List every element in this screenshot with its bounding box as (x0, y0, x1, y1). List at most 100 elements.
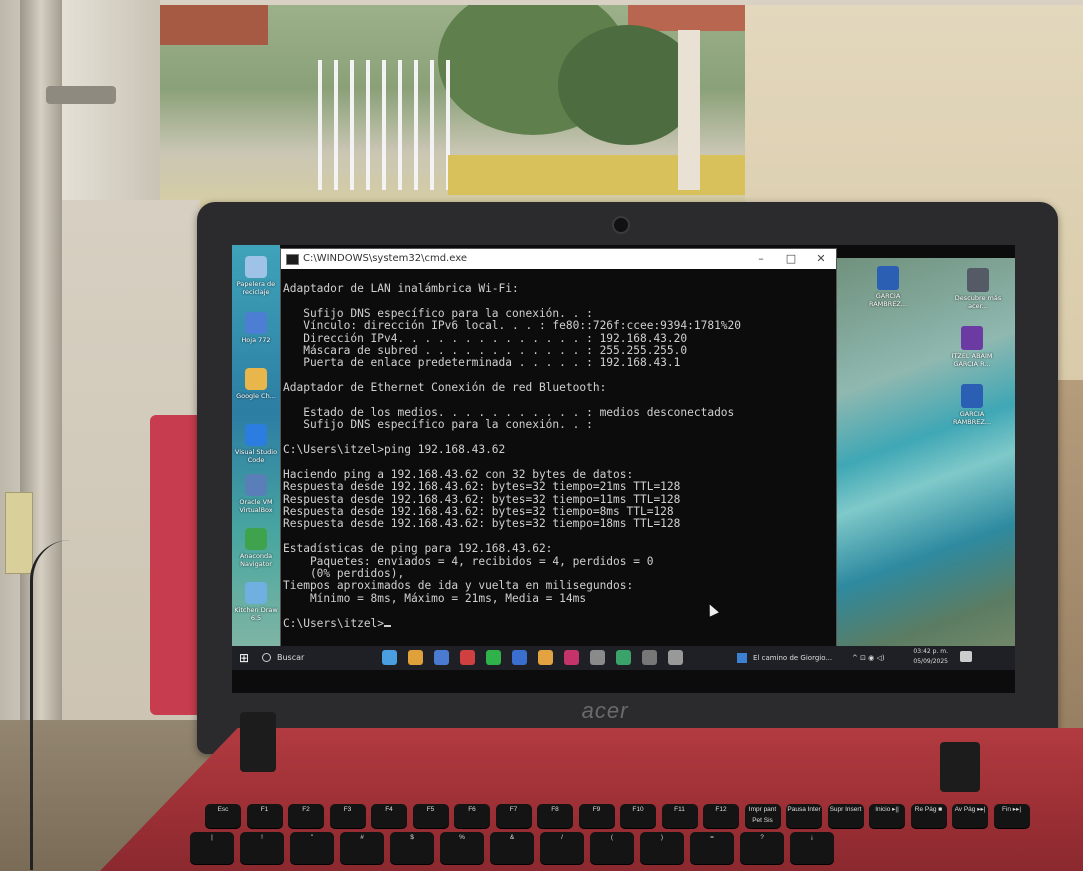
desktop-icon[interactable]: Papelera de reciclaje (233, 256, 279, 296)
key[interactable]: ) (640, 832, 684, 864)
desktop-icon-label: Visual Studio Code (234, 448, 278, 464)
key[interactable]: F3 (329, 804, 366, 828)
taskbar-app-icon[interactable] (538, 650, 553, 665)
key[interactable]: F9 (578, 804, 615, 828)
key[interactable]: ( (590, 832, 634, 864)
search-icon (262, 653, 271, 662)
desktop-icon[interactable]: ITZEL ABAIM GARCIA R... (942, 326, 1002, 368)
key[interactable]: Re Pág ■ (910, 804, 947, 828)
desktop-icon-label: ITZEL ABAIM GARCIA R... (951, 352, 993, 368)
key[interactable]: ! (240, 832, 284, 864)
door-handle (46, 86, 116, 104)
key[interactable]: / (540, 832, 584, 864)
app-icon (245, 528, 267, 550)
key[interactable]: Impr pant Pet Sis (744, 804, 781, 828)
taskbar-app-icon[interactable] (460, 650, 475, 665)
running-task-label: El camino de Giorgio... (753, 654, 833, 662)
cmd-line (283, 456, 836, 468)
taskbar-app-icon[interactable] (590, 650, 605, 665)
key[interactable]: F6 (454, 804, 490, 828)
key[interactable]: $ (390, 832, 434, 864)
desktop-icon[interactable]: Kitchen Draw 6.5 (233, 582, 279, 622)
key[interactable]: = (690, 832, 734, 864)
taskbar-app-icon[interactable] (616, 650, 631, 665)
cmd-line: Mínimo = 8ms, Máximo = 21ms, Media = 14m… (283, 591, 587, 605)
file-icon (961, 326, 983, 350)
maximize-button[interactable]: □ (776, 249, 806, 269)
desktop-icon[interactable]: Anaconda Navigator (233, 528, 279, 568)
desktop-icon-label: GARCIA RAMBREZ... (952, 410, 992, 426)
cmd-window-title: C:\WINDOWS\system32\cmd.exe (303, 253, 467, 264)
key[interactable]: F1 (246, 804, 283, 828)
cmd-line: Adaptador de LAN inalámbrica Wi-Fi: (283, 282, 519, 295)
start-button[interactable]: ⊞ (236, 650, 252, 666)
cmd-line: Puerta de enlace predeterminada . . . . … (283, 356, 681, 370)
key[interactable]: & (490, 832, 534, 864)
app-icon (245, 368, 267, 390)
cmd-line: Respuesta desde 192.168.43.62: bytes=32 … (283, 480, 681, 494)
cmd-line: Respuesta desde 192.168.43.62: bytes=32 … (283, 517, 681, 531)
desktop-icon-label: Descubre más acer... (954, 294, 1002, 310)
webcam-icon (612, 216, 630, 234)
cmd-output[interactable]: Adaptador de LAN inalámbrica Wi-Fi: Sufi… (281, 269, 836, 661)
desktop-icon-label: Papelera de reciclaje (236, 280, 276, 296)
key[interactable]: F2 (288, 804, 324, 828)
key[interactable]: Esc (205, 804, 241, 828)
key[interactable]: F4 (371, 804, 407, 828)
key[interactable]: % (440, 832, 484, 864)
key[interactable]: Fin ▸▸| (993, 804, 1030, 828)
cmd-line (283, 605, 836, 617)
taskbar-app-icon[interactable] (408, 650, 423, 665)
search-box[interactable]: Buscar (254, 648, 374, 668)
cmd-title-bar[interactable]: C:\WINDOWS\system32\cmd.exe – □ ✕ (281, 249, 836, 269)
cmd-line: Estadísticas de ping para 192.168.43.62: (283, 542, 553, 556)
clock[interactable]: 03:42 p. m. 05/09/2025 (912, 647, 948, 669)
keyboard: Esc F1 F2 F3 F4 F5 F6 F7 F8 F9 F10 F11 F12 Impr pant … (180, 800, 1060, 871)
taskbar-app-icon[interactable] (642, 650, 657, 665)
key[interactable]: | (190, 832, 234, 864)
notification-icon[interactable] (960, 651, 972, 662)
taskbar-app-icon[interactable] (564, 650, 579, 665)
power-cable (30, 540, 113, 870)
key[interactable]: ? (740, 832, 784, 864)
desktop-icon[interactable]: GARCIA RAMBREZ... (858, 266, 918, 308)
close-button[interactable]: ✕ (806, 249, 836, 269)
key[interactable]: F5 (412, 804, 449, 828)
desktop-icon-label: Hoja 772 (241, 336, 271, 344)
key[interactable]: " (290, 832, 334, 864)
clock-date: 05/09/2025 (913, 658, 948, 665)
key[interactable]: F7 (495, 804, 532, 828)
key[interactable]: F10 (620, 804, 656, 828)
desktop-icon[interactable]: Descubre más acer... (948, 268, 1008, 310)
taskbar: ⊞ Buscar El camino de Giorgio... ^ ⊡ ◉ ◁… (232, 646, 1015, 670)
key[interactable]: F8 (537, 804, 573, 828)
desktop-icon[interactable]: Visual Studio Code (233, 424, 279, 464)
desktop-icon[interactable]: GARCIA RAMBREZ... (942, 384, 1002, 426)
taskbar-app-icon[interactable] (486, 650, 501, 665)
taskbar-running-task[interactable]: El camino de Giorgio... (737, 649, 847, 667)
key[interactable]: ¡ (790, 832, 834, 864)
desktop-icon[interactable]: Oracle VM VirtualBox (233, 474, 279, 514)
taskbar-app-icon[interactable] (382, 650, 397, 665)
key[interactable]: F12 (703, 804, 739, 828)
key[interactable]: # (340, 832, 384, 864)
desktop-icon[interactable]: Google Ch... (233, 368, 279, 400)
tree (558, 25, 698, 145)
file-icon (961, 384, 983, 408)
cmd-line: Sufijo DNS específico para la conexión. … (283, 418, 593, 432)
column (678, 30, 700, 190)
app-icon (245, 424, 267, 446)
cmd-line: Tiempos aproximados de ida y vuelta en m… (283, 579, 634, 593)
desktop-icon[interactable]: Hoja 772 (233, 312, 279, 344)
key[interactable]: F11 (661, 804, 698, 828)
taskbar-app-icon[interactable] (434, 650, 449, 665)
minimize-button[interactable]: – (746, 249, 776, 269)
cmd-window[interactable]: C:\WINDOWS\system32\cmd.exe – □ ✕ Adapta… (280, 248, 837, 662)
key[interactable]: Supr Insert (827, 804, 864, 828)
taskbar-app-icon[interactable] (512, 650, 527, 665)
key[interactable]: Pausa Inter (786, 804, 822, 828)
key[interactable]: Inicio ▸|| (869, 804, 905, 828)
desktop-icon-label: Oracle VM VirtualBox (239, 498, 273, 514)
key[interactable]: Av Pág ▸▸| (952, 804, 988, 828)
taskbar-app-icon[interactable] (668, 650, 683, 665)
